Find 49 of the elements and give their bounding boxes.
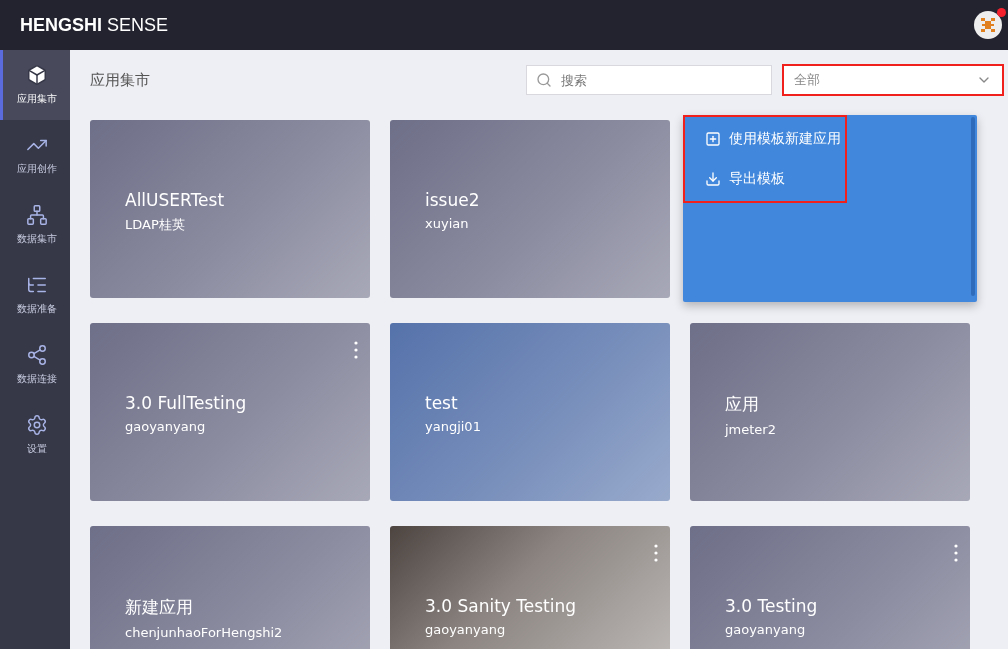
card-owner: yangji01: [425, 419, 482, 434]
settings-icon: [25, 414, 48, 436]
card-owner: gaoyanyang: [125, 419, 207, 434]
more-icon: [354, 341, 358, 359]
app-card[interactable]: 新建应用 chenjunhaoForHengshi2: [90, 526, 370, 649]
more-icon: [654, 544, 658, 562]
sidebar-item[interactable]: 数据连接: [0, 330, 70, 400]
photo-card[interactable]: 3.0 Sanity Testing gaoyanyang: [390, 526, 670, 649]
menu-item[interactable]: 使用模板新建应用: [685, 119, 845, 159]
menu-item[interactable]: 导出模板: [685, 159, 845, 199]
sidebar-item[interactable]: 应用集市: [0, 50, 70, 120]
card-title: 3.0 Sanity Testing: [425, 596, 578, 616]
app-card[interactable]: AllUSERTest LDAP桂英: [90, 120, 370, 298]
app-card[interactable]: test yangji01: [390, 323, 670, 501]
card-title: 新建应用: [125, 596, 194, 619]
cube-icon: [25, 64, 48, 86]
app-card[interactable]: 3.0 Testing gaoyanyang: [690, 526, 970, 649]
app-card[interactable]: 应用 jmeter2: [690, 323, 970, 501]
filter-select[interactable]: 全部: [782, 64, 1004, 96]
more-button[interactable]: [652, 542, 660, 564]
card-title: test: [425, 393, 459, 413]
card-title: 应用: [725, 393, 760, 416]
more-button[interactable]: [952, 542, 960, 564]
sidebar-item[interactable]: 应用创作: [0, 120, 70, 190]
card-title: 3.0 FullTesting: [125, 393, 248, 413]
card-owner: gaoyanyang: [425, 622, 507, 637]
card-owner: chenjunhaoForHengshi2: [125, 625, 284, 640]
sidebar-item[interactable]: 设置: [0, 400, 70, 470]
plus-square-icon: [705, 131, 721, 147]
app-card[interactable]: 3.0 FullTesting gaoyanyang: [90, 323, 370, 501]
sidebar-item[interactable]: 数据准备: [0, 260, 70, 330]
brand-logo: HENGSHI SENSE: [20, 14, 169, 36]
search-field[interactable]: 搜索: [526, 65, 772, 95]
app-card[interactable]: issue2 xuyian: [390, 120, 670, 298]
card-owner: gaoyanyang: [725, 622, 807, 637]
card-owner: jmeter2: [725, 422, 777, 437]
card-title: AllUSERTest: [125, 190, 226, 210]
card-owner: LDAP桂英: [125, 216, 186, 234]
card-title: issue2: [425, 190, 481, 210]
sidebar-item[interactable]: 数据集市: [0, 190, 70, 260]
search-icon: [536, 72, 552, 88]
avatar-icon: [979, 16, 997, 34]
nodes-icon: [25, 344, 48, 366]
more-button[interactable]: [352, 339, 360, 361]
download-icon: [705, 171, 721, 187]
more-icon: [954, 544, 958, 562]
page-title: 应用集市: [90, 70, 151, 90]
card-owner: xuyian: [425, 216, 470, 231]
card-title: 3.0 Testing: [725, 596, 819, 616]
